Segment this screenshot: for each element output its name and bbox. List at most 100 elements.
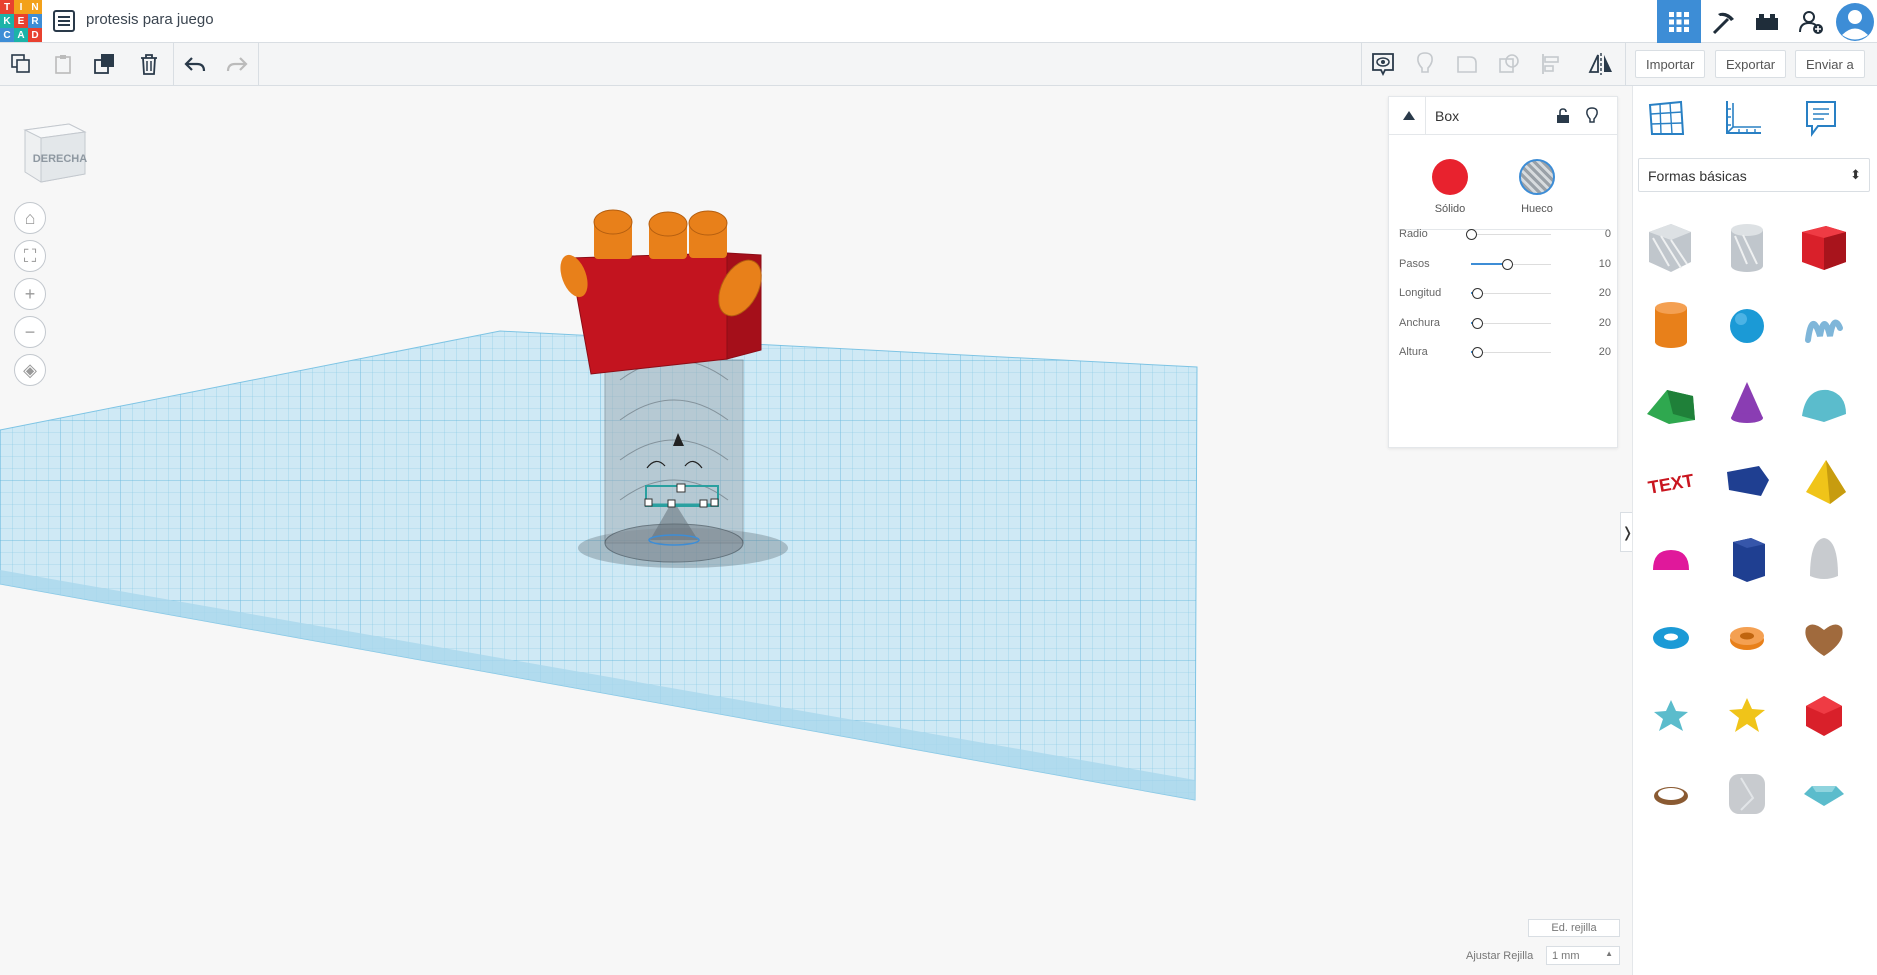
shape-rounded-box-icon[interactable] [1717, 764, 1777, 824]
solid-option[interactable]: Sólido [1420, 159, 1480, 215]
shape-scribble-icon[interactable] [1794, 296, 1854, 356]
bricks-icon[interactable] [1745, 0, 1789, 43]
property-slider-knob[interactable] [1472, 347, 1484, 358]
import-button[interactable]: Importar [1635, 50, 1706, 78]
view-cube[interactable]: DERECHA [19, 114, 89, 184]
shape-heart-icon[interactable] [1794, 608, 1854, 668]
logo-letter: T [0, 0, 14, 14]
hole-option[interactable]: Hueco [1507, 159, 1567, 215]
property-slider-knob[interactable] [1502, 258, 1513, 270]
duplicate-icon[interactable] [84, 43, 126, 85]
shape-library-select[interactable]: Formas básicas [1638, 158, 1870, 192]
shape-diamond-icon[interactable] [1794, 764, 1854, 824]
shape-paraboloid-icon[interactable] [1794, 530, 1854, 590]
ruler-icon[interactable] [1721, 96, 1765, 140]
shape-half-sphere-icon[interactable] [1641, 530, 1701, 590]
shape-star-gold-icon[interactable] [1717, 686, 1777, 746]
copy-icon[interactable] [0, 43, 42, 85]
property-row-radio: Radio 0 [1399, 225, 1611, 245]
fit-view-icon[interactable]: ⛶ [14, 240, 46, 272]
zoom-out-icon[interactable]: − [14, 316, 46, 348]
delete-icon[interactable] [128, 43, 170, 85]
property-label: Radio [1399, 228, 1428, 240]
edit-toolbar: Importar Exportar Enviar a [0, 43, 1877, 86]
property-label: Longitud [1399, 287, 1442, 299]
paste-icon[interactable] [42, 43, 84, 85]
shapes-library-panel: Formas básicas TEXT [1632, 86, 1877, 975]
shape-hexagonal-prism-icon[interactable] [1717, 530, 1777, 590]
notes-icon[interactable] [1799, 96, 1843, 140]
property-row-pasos: Pasos 10 [1399, 255, 1611, 275]
property-slider-knob[interactable] [1472, 288, 1484, 299]
collapse-inspector-icon[interactable] [1402, 110, 1416, 122]
property-slider-track[interactable] [1471, 234, 1551, 235]
shape-box-icon[interactable] [1794, 218, 1854, 278]
shape-polygon-icon[interactable] [1717, 452, 1777, 512]
snap-grid-select[interactable]: 1 mm ▲ [1546, 946, 1620, 965]
mirror-icon[interactable] [1580, 43, 1622, 85]
hand-box-shape[interactable] [555, 209, 770, 375]
shape-text-icon[interactable]: TEXT [1641, 452, 1701, 512]
user-avatar-icon[interactable] [1833, 0, 1877, 43]
hole-cylinder-shape[interactable] [604, 359, 744, 563]
snap-grid-label: Ajustar Rejilla [1466, 950, 1534, 962]
show-all-icon[interactable] [1362, 43, 1404, 85]
property-slider-knob[interactable] [1466, 229, 1477, 240]
property-value[interactable]: 10 [1599, 258, 1611, 270]
ungroup-icon[interactable] [1488, 43, 1530, 85]
shape-cylinder-icon[interactable] [1641, 296, 1701, 356]
grid-view-icon[interactable] [1657, 0, 1701, 43]
design-title[interactable]: protesis para juego [86, 11, 214, 28]
shape-name[interactable]: Box [1435, 108, 1459, 124]
property-label: Altura [1399, 346, 1428, 358]
logo-letter: E [14, 14, 28, 28]
logo-letter: I [14, 0, 28, 14]
pickaxe-icon[interactable] [1701, 0, 1745, 43]
property-value[interactable]: 20 [1599, 346, 1611, 358]
shape-cone-icon[interactable] [1717, 374, 1777, 434]
lightbulb-icon[interactable] [1404, 43, 1446, 85]
shape-round-roof-icon[interactable] [1794, 374, 1854, 434]
property-value[interactable]: 20 [1599, 287, 1611, 299]
logo-letter: N [28, 0, 42, 14]
visibility-bulb-icon[interactable] [1585, 107, 1599, 125]
shape-sphere-icon[interactable] [1717, 296, 1777, 356]
home-view-icon[interactable]: ⌂ [14, 202, 46, 234]
undo-icon[interactable] [174, 43, 216, 85]
shape-roof-icon[interactable] [1641, 374, 1701, 434]
shape-box-hole-icon[interactable] [1641, 218, 1701, 278]
redo-icon[interactable] [216, 43, 258, 85]
align-icon[interactable] [1530, 43, 1572, 85]
tinkercad-logo[interactable]: TINKERCAD [0, 0, 42, 42]
property-slider-knob[interactable] [1472, 317, 1484, 329]
edit-grid-button[interactable]: Ed. rejilla [1528, 919, 1620, 937]
shape-torus-icon[interactable] [1641, 608, 1701, 668]
lock-icon[interactable] [1556, 108, 1570, 124]
send-to-button[interactable]: Enviar a [1795, 50, 1865, 78]
property-value[interactable]: 0 [1605, 228, 1611, 240]
shape-star-icon[interactable] [1641, 686, 1701, 746]
top-bar: TINKERCAD protesis para juego [0, 0, 1877, 43]
shape-ring-icon[interactable] [1641, 764, 1701, 824]
collapse-panel-icon[interactable]: ❭ [1620, 512, 1632, 552]
property-row-longitud: Longitud 20 [1399, 284, 1611, 304]
logo-letter: D [28, 28, 42, 42]
design-menu-icon[interactable] [53, 10, 75, 32]
solid-color-swatch[interactable] [1432, 159, 1468, 195]
group-icon[interactable] [1446, 43, 1488, 85]
property-value[interactable]: 20 [1599, 317, 1611, 329]
perspective-icon[interactable]: ◈ [14, 354, 46, 386]
add-user-icon[interactable] [1789, 0, 1833, 43]
export-button[interactable]: Exportar [1715, 50, 1787, 78]
svg-text:TEXT: TEXT [1647, 470, 1696, 498]
shape-icosahedron-icon[interactable] [1794, 686, 1854, 746]
zoom-in-icon[interactable]: + [14, 278, 46, 310]
logo-letter: A [14, 28, 28, 42]
shape-pyramid-icon[interactable] [1794, 452, 1854, 512]
shape-cylinder-hole-icon[interactable] [1717, 218, 1777, 278]
solid-label: Sólido [1434, 203, 1466, 215]
hole-swatch[interactable] [1519, 159, 1555, 195]
shape-tube-icon[interactable] [1717, 608, 1777, 668]
workplane-grid-icon[interactable] [1644, 96, 1688, 140]
property-row-altura: Altura 20 [1399, 343, 1611, 363]
